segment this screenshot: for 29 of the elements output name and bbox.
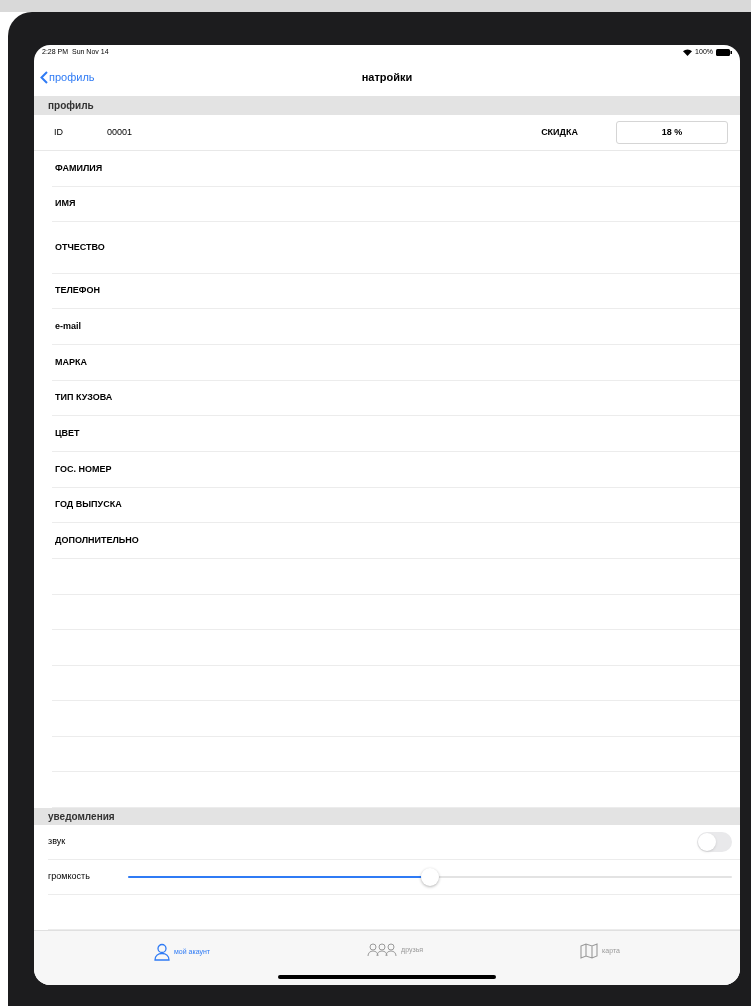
wifi-icon: [683, 48, 693, 56]
map-icon: [580, 943, 599, 960]
field-label: ТЕЛЕФОН: [55, 284, 100, 298]
slider-thumb[interactable]: [421, 867, 439, 886]
volume-label: громкость: [48, 870, 91, 884]
battery-icon: [716, 48, 732, 56]
field-label: ЦВЕТ: [55, 427, 80, 440]
id-value: 00001: [107, 125, 134, 139]
section-header: профиль: [34, 95, 740, 116]
discount-field[interactable]: 18 %: [616, 121, 728, 145]
field-label: e-mail: [55, 320, 81, 334]
discount-label: СКИДКА: [541, 125, 578, 139]
people-icon: [367, 943, 398, 958]
person-icon: [154, 943, 170, 962]
sound-toggle[interactable]: [697, 832, 732, 853]
field-label: ДОПОЛНИТЕЛЬНО: [55, 533, 139, 547]
sound-label: звук: [48, 835, 66, 849]
back-button[interactable]: профиль: [40, 69, 95, 86]
id-label: ID: [54, 125, 64, 139]
chevron-left-icon: [40, 71, 48, 85]
field-label: ТИП КУЗОВА: [55, 391, 113, 405]
field-label: ОТЧЕСТВО: [55, 240, 105, 254]
volume-slider[interactable]: [128, 866, 732, 887]
field-label: ГОД ВЫПУСКА: [55, 498, 122, 512]
field-label: ИМЯ: [55, 197, 76, 211]
page-title: натройки: [361, 70, 413, 86]
field-label: ГОС. НОМЕР: [55, 462, 112, 476]
field-label: МАРКА: [55, 355, 87, 369]
field-label: ФАМИЛИЯ: [55, 161, 103, 175]
